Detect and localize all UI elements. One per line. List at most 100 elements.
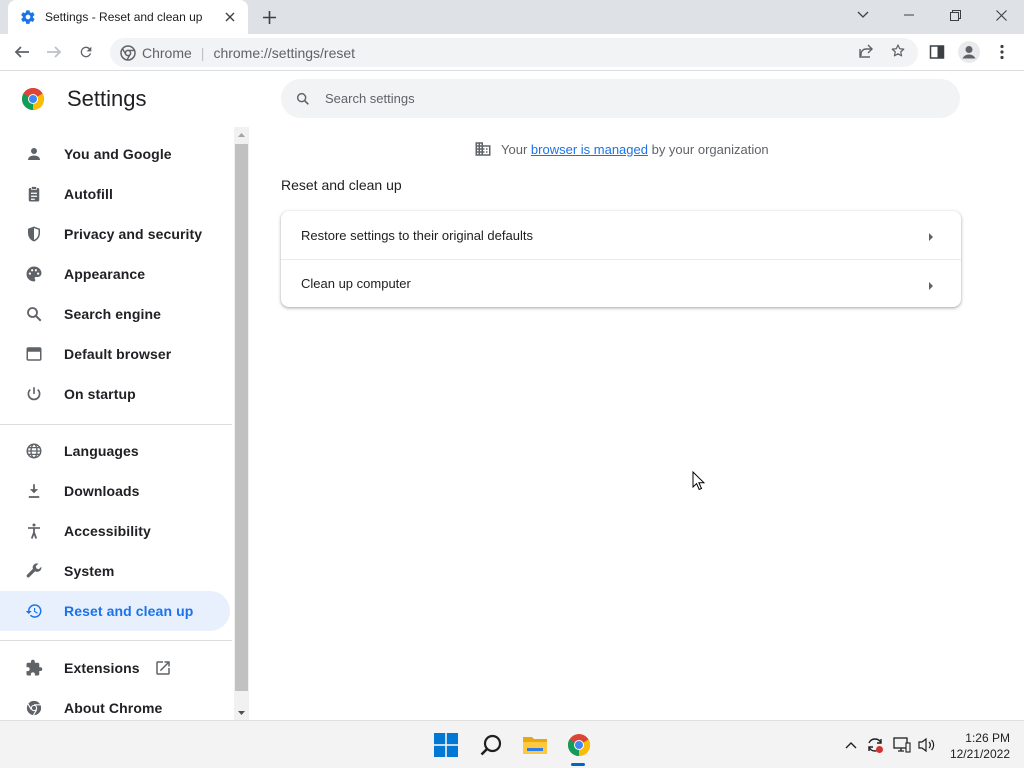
arrow-right-icon [927, 279, 935, 290]
omnibox-separator: | [200, 44, 205, 61]
url-path: settings/reset [271, 44, 356, 61]
profile-avatar[interactable] [956, 39, 982, 65]
tab-strip: Settings - Reset and clean up [0, 0, 1024, 34]
address-bar[interactable]: Chrome | chrome://settings/reset [110, 38, 918, 67]
scrollbar-thumb[interactable] [235, 144, 248, 691]
managed-suffix: by your organization [651, 141, 769, 157]
scroll-down-arrow-icon[interactable] [234, 705, 249, 720]
taskbar-chrome-icon[interactable] [563, 729, 595, 761]
clock-date: 12/21/2022 [949, 747, 1010, 761]
sidebar-item-label: Default browser [64, 346, 172, 362]
sidebar-item-languages[interactable]: Languages [0, 431, 230, 471]
arrow-right-icon [927, 230, 935, 241]
windows-taskbar: 1:26 PM 12/21/2022 [0, 720, 1024, 768]
person-icon [24, 144, 44, 164]
sidebar-item-you-and-google[interactable]: You and Google [0, 134, 230, 174]
building-icon [474, 140, 492, 158]
settings-search[interactable] [281, 79, 960, 118]
search-icon [295, 91, 311, 107]
side-panel-icon[interactable] [924, 39, 950, 65]
network-icon[interactable] [892, 735, 912, 755]
sidebar-item-label: Autofill [64, 186, 114, 202]
sidebar-item-search-engine[interactable]: Search engine [0, 294, 230, 334]
browser-window-icon [24, 344, 44, 364]
sidebar-item-default-browser[interactable]: Default browser [0, 334, 230, 374]
wrench-icon [24, 561, 44, 581]
sidebar-item-label: On startup [64, 386, 136, 402]
url-scheme: chrome:// [213, 44, 272, 61]
share-icon[interactable] [853, 38, 879, 64]
sidebar-item-reset-and-clean-up[interactable]: Reset and clean up [0, 591, 230, 631]
search-icon [24, 304, 44, 324]
chrome-logo [21, 87, 45, 111]
clock-time: 1:26 PM [965, 731, 1010, 745]
taskbar-clock[interactable]: 1:26 PM 12/21/2022 [944, 730, 1010, 762]
clipboard-icon [24, 184, 44, 204]
sidebar-item-label: Reset and clean up [64, 603, 194, 619]
tray-chevron-up-icon[interactable] [841, 735, 861, 755]
sidebar-item-privacy-and-security[interactable]: Privacy and security [0, 214, 230, 254]
settings-sidebar: You and Google Autofill Privacy and secu… [0, 134, 234, 720]
sidebar-item-label: Appearance [64, 266, 146, 282]
sidebar-item-accessibility[interactable]: Accessibility [0, 511, 230, 551]
sync-alert-icon[interactable] [865, 735, 885, 755]
managed-notice: Your browser is managed by your organiza… [474, 140, 769, 158]
sidebar-item-extensions[interactable]: Extensions [0, 648, 230, 688]
sidebar-item-appearance[interactable]: Appearance [0, 254, 230, 294]
row-label: Clean up computer [301, 276, 411, 291]
reset-card: Restore settings to their original defau… [281, 211, 961, 307]
download-icon [24, 481, 44, 501]
history-icon [24, 601, 44, 621]
taskbar-search-icon[interactable] [475, 729, 507, 761]
search-input[interactable] [325, 91, 925, 106]
bookmark-star-icon[interactable] [885, 38, 911, 64]
file-explorer-icon[interactable] [519, 729, 551, 761]
tab-settings[interactable]: Settings - Reset and clean up [8, 0, 248, 34]
managed-prefix: Your [501, 141, 528, 157]
chrome-site-icon [120, 44, 136, 61]
omnibox-chip: Chrome [142, 44, 192, 61]
globe-icon [24, 441, 44, 461]
accessibility-icon [24, 521, 44, 541]
chrome-icon [24, 698, 44, 718]
volume-icon[interactable] [917, 735, 937, 755]
sidebar-divider [0, 640, 232, 641]
sidebar-item-system[interactable]: System [0, 551, 230, 591]
sidebar-scrollbar[interactable] [234, 127, 249, 720]
puzzle-icon [24, 658, 44, 678]
section-title: Reset and clean up [281, 177, 402, 193]
minimize-button[interactable] [886, 0, 932, 30]
sidebar-item-on-startup[interactable]: On startup [0, 374, 230, 414]
tab-title: Settings - Reset and clean up [45, 10, 203, 24]
menu-kebab-icon[interactable] [989, 39, 1015, 65]
new-tab-button[interactable] [260, 8, 278, 26]
sidebar-item-label: Search engine [64, 306, 162, 322]
close-window-button[interactable] [978, 0, 1024, 30]
forward-button[interactable] [41, 39, 67, 65]
sidebar-item-autofill[interactable]: Autofill [0, 174, 230, 214]
page-title: Settings [67, 86, 147, 111]
scroll-up-arrow-icon[interactable] [234, 127, 249, 142]
sidebar-item-label: Privacy and security [64, 226, 203, 242]
sidebar-item-label: Downloads [64, 483, 140, 499]
back-button[interactable] [9, 39, 35, 65]
row-label: Restore settings to their original defau… [301, 227, 533, 243]
restore-defaults-row[interactable]: Restore settings to their original defau… [281, 211, 961, 259]
open-in-new-icon [154, 659, 172, 677]
sidebar-item-label: Languages [64, 443, 139, 459]
clean-up-computer-row[interactable]: Clean up computer [281, 259, 961, 307]
tab-search-button[interactable] [840, 0, 886, 30]
windows-start-icon[interactable] [430, 729, 462, 761]
close-tab-icon[interactable] [222, 9, 238, 25]
sidebar-item-downloads[interactable]: Downloads [0, 471, 230, 511]
sidebar-divider [0, 424, 232, 425]
sidebar-item-label: You and Google [64, 146, 172, 162]
reload-button[interactable] [73, 39, 99, 65]
palette-icon [24, 264, 44, 284]
settings-gear-icon [20, 9, 36, 25]
restore-button[interactable] [932, 0, 978, 30]
sidebar-item-label: About Chrome [64, 700, 163, 716]
browser-managed-link[interactable]: browser is managed [531, 142, 648, 157]
sidebar-item-label: Extensions [64, 660, 140, 676]
browser-toolbar: Chrome | chrome://settings/reset [0, 34, 1024, 71]
